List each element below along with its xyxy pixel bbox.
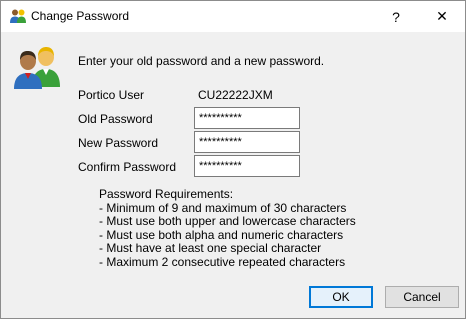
ok-button[interactable]: OK	[309, 286, 373, 308]
requirements-title: Password Requirements:	[99, 187, 234, 201]
requirement-item: - Minimum of 9 and maximum of 30 charact…	[99, 200, 347, 215]
help-button[interactable]: ?	[373, 1, 419, 32]
close-icon: ✕	[436, 8, 448, 24]
instruction-text: Enter your old password and a new passwo…	[78, 54, 325, 68]
change-password-dialog: Change Password ? ✕ Enter your old passw…	[0, 0, 466, 319]
requirement-item: - Must use both alpha and numeric charac…	[99, 227, 344, 242]
new-password-field[interactable]	[194, 131, 300, 153]
old-password-field[interactable]	[194, 107, 300, 129]
portico-user-value: CU22222JXM	[198, 88, 273, 102]
close-button[interactable]: ✕	[419, 1, 465, 32]
title-bar[interactable]: Change Password ? ✕	[1, 1, 465, 32]
requirement-item: - Maximum 2 consecutive repeated charact…	[99, 254, 346, 269]
old-password-label: Old Password	[78, 112, 153, 126]
confirm-password-field[interactable]	[194, 155, 300, 177]
users-icon	[10, 9, 26, 23]
requirement-item: - Must have at least one special charact…	[99, 241, 322, 255]
window-title: Change Password	[31, 9, 130, 23]
confirm-password-label: Confirm Password	[78, 160, 177, 174]
requirement-item: - Must use both upper and lowercase char…	[99, 214, 356, 228]
help-icon: ?	[392, 8, 400, 25]
portico-user-label: Portico User	[78, 88, 145, 102]
users-icon	[14, 47, 60, 89]
password-requirements: Password Requirements: - Minimum of 9 an…	[99, 187, 356, 270]
cancel-button[interactable]: Cancel	[385, 286, 459, 308]
requirements-list: - Minimum of 9 and maximum of 30 charact…	[99, 200, 356, 270]
new-password-label: New Password	[78, 136, 159, 150]
